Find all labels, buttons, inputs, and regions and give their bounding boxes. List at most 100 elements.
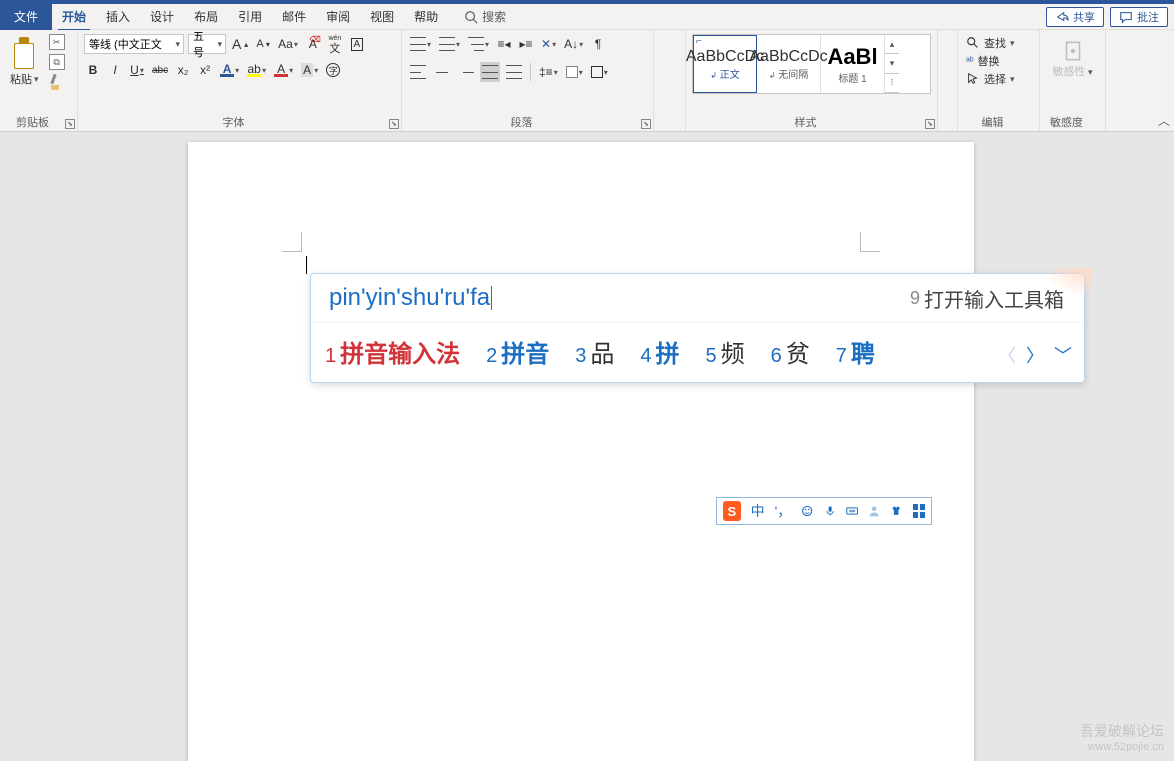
dialog-launcher-icon[interactable]: ⬊ <box>65 119 75 129</box>
justify-button[interactable] <box>480 62 500 82</box>
group-clipboard: 粘贴▾ ✂ ⧉ 剪贴板 ⬊ <box>0 30 78 131</box>
align-right-button[interactable] <box>456 62 476 82</box>
menu-tab-help[interactable]: 帮助 <box>404 4 448 30</box>
replace-button[interactable]: ᵃᵇ替换 <box>964 52 1033 70</box>
comments-button[interactable]: 批注 <box>1110 7 1168 27</box>
clear-format-button[interactable]: A⌫ <box>304 34 322 54</box>
menu-tab-mailings[interactable]: 邮件 <box>272 4 316 30</box>
menu-tab-insert[interactable]: 插入 <box>96 4 140 30</box>
copy-button[interactable]: ⧉ <box>49 54 65 70</box>
char-shading-button[interactable]: A <box>299 60 320 80</box>
page[interactable] <box>188 142 974 761</box>
enclose-char-button[interactable]: 字 <box>324 60 342 80</box>
italic-button[interactable]: I <box>106 60 124 80</box>
text-effects-button[interactable]: A <box>218 60 241 80</box>
dialog-launcher-icon[interactable]: ⬊ <box>925 119 935 129</box>
asian-layout-button[interactable]: ✕ <box>539 34 558 54</box>
search-label: 搜索 <box>482 8 506 25</box>
ime-candidate-1[interactable]: 1拼音输入法 <box>325 334 460 369</box>
phonetic-guide-button[interactable]: wén文 <box>326 34 344 54</box>
numbering-button[interactable] <box>437 34 462 54</box>
decrease-indent-button[interactable]: ≡◂ <box>495 34 513 54</box>
subscript-button[interactable]: x₂ <box>174 60 192 80</box>
font-size-combo[interactable]: 五号 <box>188 34 226 54</box>
menu-tab-review[interactable]: 审阅 <box>316 4 360 30</box>
style-normal[interactable]: AaBbCcDc ↲ 正文 <box>693 35 757 93</box>
margin-corner-icon <box>860 232 880 252</box>
share-button[interactable]: 共享 <box>1046 7 1104 27</box>
menu-tab-layout[interactable]: 布局 <box>184 4 228 30</box>
font-color-button[interactable]: A <box>272 60 295 80</box>
ime-candidate-5[interactable]: 5频 <box>706 334 745 369</box>
gallery-scroll[interactable]: ▴▾⁝ <box>885 35 899 93</box>
ime-candidate-4[interactable]: 4拼 <box>640 334 679 369</box>
superscript-button[interactable]: x² <box>196 60 214 80</box>
ime-status-bar[interactable]: S 中 '， <box>716 497 932 525</box>
style-nospacing[interactable]: AaBbCcDc ↲ 无间隔 <box>757 35 821 93</box>
skin-icon[interactable] <box>890 504 902 518</box>
menu-tab-design[interactable]: 设计 <box>140 4 184 30</box>
chevron-down-icon[interactable]: ﹀ <box>1054 342 1072 368</box>
paste-button[interactable]: 粘贴▾ <box>6 35 43 89</box>
shading-button[interactable] <box>564 62 585 82</box>
strike-button[interactable]: abc <box>150 60 170 80</box>
ime-logo-icon[interactable]: S <box>723 501 741 521</box>
multilevel-button[interactable] <box>466 34 491 54</box>
menu-tab-view[interactable]: 视图 <box>360 4 404 30</box>
person-icon[interactable] <box>868 504 880 518</box>
ime-candidate-6[interactable]: 6贫 <box>771 334 810 369</box>
menu-tab-home[interactable]: 开始 <box>52 4 96 30</box>
search-box[interactable]: 搜索 <box>464 8 506 25</box>
grow-font-button[interactable]: A ▴ <box>230 34 250 54</box>
share-icon <box>1055 10 1069 24</box>
chevron-right-icon[interactable]: 〉 <box>1026 342 1044 368</box>
ime-candidate-3[interactable]: 3品 <box>575 334 614 369</box>
ime-punct-button[interactable]: '， <box>775 501 792 521</box>
menu-tab-references[interactable]: 引用 <box>228 4 272 30</box>
highlight-button[interactable]: ab <box>245 60 268 80</box>
align-center-button[interactable] <box>432 62 452 82</box>
change-case-button[interactable]: Aa <box>276 34 300 54</box>
search-icon <box>464 10 478 24</box>
ime-candidate-window[interactable]: pin'yin'shu'ru'fa 9 打开输入工具箱 1拼音输入法 2拼音 3… <box>310 273 1085 383</box>
document-area[interactable] <box>0 132 1174 761</box>
mic-icon[interactable] <box>824 504 836 518</box>
shrink-font-button[interactable]: A ▾ <box>254 34 272 54</box>
ime-toolbox-hint[interactable]: 9 打开输入工具箱 <box>910 284 1064 313</box>
group-label: 编辑 <box>958 114 1027 130</box>
sort-button[interactable]: A↓ <box>562 34 585 54</box>
find-button[interactable]: 查找▾ <box>964 34 1033 52</box>
collapse-ribbon-button[interactable]: ︿ <box>1158 112 1170 129</box>
ime-lang-button[interactable]: 中 <box>751 501 765 521</box>
emoji-icon[interactable] <box>801 504 813 518</box>
group-label: 敏感度 <box>1040 114 1093 130</box>
toolbox-icon[interactable] <box>913 504 925 518</box>
underline-button[interactable]: U <box>128 60 146 80</box>
menu-bar: 文件 开始 插入 设计 布局 引用 邮件 审阅 视图 帮助 搜索 共享 批注 <box>0 4 1174 30</box>
styles-gallery[interactable]: AaBbCcDc ↲ 正文 AaBbCcDc ↲ 无间隔 AaBl 标题 1 ▴… <box>692 34 931 94</box>
ime-candidate-2[interactable]: 2拼音 <box>486 334 549 369</box>
borders-button[interactable] <box>589 62 610 82</box>
distribute-button[interactable] <box>504 62 524 82</box>
align-left-button[interactable] <box>408 62 428 82</box>
menu-file[interactable]: 文件 <box>0 4 52 30</box>
increase-indent-button[interactable]: ▸≡ <box>517 34 535 54</box>
show-marks-button[interactable]: ¶ <box>589 34 607 54</box>
chevron-left-icon[interactable]: 〈 <box>998 342 1016 368</box>
dialog-launcher-icon[interactable]: ⬊ <box>389 119 399 129</box>
line-spacing-button[interactable]: ‡≡ <box>537 62 560 82</box>
char-border-button[interactable]: A <box>348 34 366 54</box>
bold-button[interactable]: B <box>84 60 102 80</box>
ime-nav[interactable]: 〈 〉 ﹀ <box>998 342 1072 368</box>
style-heading1[interactable]: AaBl 标题 1 <box>821 35 885 93</box>
sensitivity-icon <box>1060 38 1086 64</box>
font-name-combo[interactable]: 等线 (中文正文 <box>84 34 184 54</box>
keyboard-icon[interactable] <box>846 504 858 518</box>
select-button[interactable]: 选择▾ <box>964 70 1033 88</box>
format-painter-button[interactable] <box>49 74 65 90</box>
ime-candidate-7[interactable]: 7聘 <box>836 334 875 369</box>
cut-button[interactable]: ✂ <box>49 34 65 50</box>
dialog-launcher-icon[interactable]: ⬊ <box>641 119 651 129</box>
group-label: 字体 <box>78 114 389 130</box>
bullets-button[interactable] <box>408 34 433 54</box>
